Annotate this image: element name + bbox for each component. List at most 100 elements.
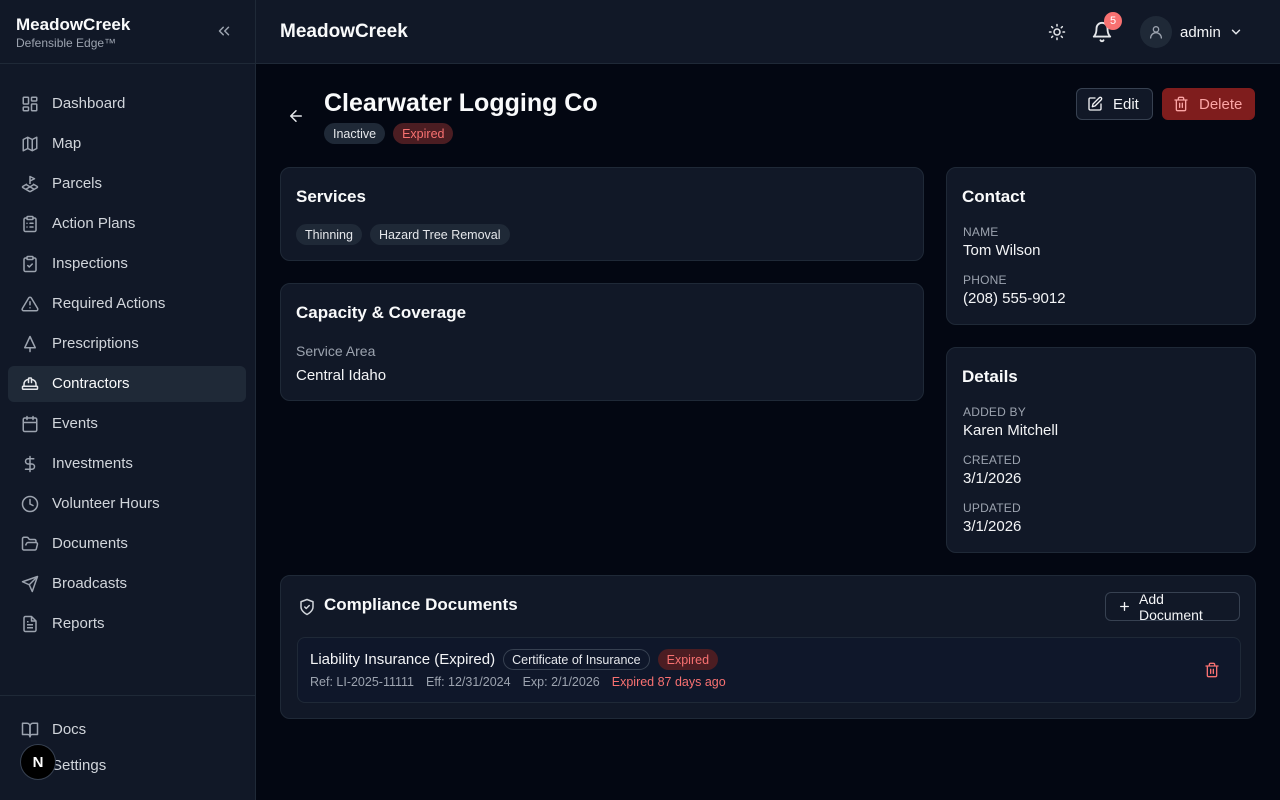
sidebar-item-broadcasts[interactable]: Broadcasts <box>8 566 246 602</box>
delete-button-label: Delete <box>1199 95 1243 113</box>
page-title: Clearwater Logging Co <box>324 89 598 117</box>
sidebar-item-label: Investments <box>52 455 133 472</box>
sidebar-item-label: Map <box>52 135 82 152</box>
added-by-label: ADDED BY <box>963 405 1026 419</box>
edit-icon <box>1087 96 1103 112</box>
document-effective: Eff: 12/31/2024 <box>426 675 511 689</box>
sidebar-item-label: Reports <box>52 615 105 632</box>
created-label: CREATED <box>963 453 1021 467</box>
app-title: MeadowCreek <box>280 21 408 42</box>
document-ref: Ref: LI-2025-11111 <box>310 675 415 689</box>
added-by: ADDED BY Karen Mitchell <box>963 405 1058 440</box>
sidebar-item-parcels[interactable]: Parcels <box>8 166 246 202</box>
shield-check-icon <box>298 598 316 616</box>
sidebar: MeadowCreek Defensible Edge™ Dashboard M… <box>0 0 256 800</box>
capacity-card: Capacity & Coverage Service Area Central… <box>280 283 924 401</box>
sidebar-item-label: Volunteer Hours <box>52 495 160 512</box>
topbar: MeadowCreek 5 admin <box>256 0 1280 64</box>
added-by-value: Karen Mitchell <box>963 422 1059 439</box>
status-badge-expired: Expired <box>393 123 454 144</box>
service-area-label: Service Area <box>296 343 376 359</box>
sidebar-item-label: Contractors <box>52 375 130 392</box>
sidebar-item-events[interactable]: Events <box>8 406 246 442</box>
trash-icon <box>1173 96 1189 112</box>
add-document-button[interactable]: Add Document <box>1105 590 1240 623</box>
sun-icon[interactable] <box>1048 23 1066 41</box>
details-title: Details <box>962 367 1018 386</box>
sidebar-item-label: Parcels <box>52 175 103 192</box>
contact-name: NAME Tom Wilson <box>963 225 1041 260</box>
clock-icon <box>21 495 39 513</box>
sidebar-item-documents[interactable]: Documents <box>8 526 246 562</box>
sidebar-item-label: Docs <box>52 721 87 738</box>
alert-triangle-icon <box>21 295 39 313</box>
back-arrow-icon[interactable] <box>287 107 305 125</box>
sidebar-item-label: Required Actions <box>52 295 166 312</box>
next-dev-badge[interactable]: N <box>20 744 56 780</box>
document-meta: Ref: LI-2025-11111 Eff: 12/31/2024 Exp: … <box>310 675 726 689</box>
hard-hat-icon <box>21 375 39 393</box>
collapse-sidebar-icon[interactable] <box>215 22 233 40</box>
services-list: Thinning Hazard Tree Removal <box>296 224 510 245</box>
updated-value: 3/1/2026 <box>963 518 1022 535</box>
sidebar-item-label: Documents <box>52 535 128 552</box>
edit-button-label: Edit <box>1113 95 1139 113</box>
sidebar-item-contractors[interactable]: Contractors <box>8 366 246 402</box>
send-icon <box>21 575 39 593</box>
chevron-down-icon <box>1229 25 1243 39</box>
book-open-icon <box>21 721 39 739</box>
document-expired-note: Expired 87 days ago <box>611 675 726 689</box>
document-type-badge: Certificate of Insurance <box>503 649 650 670</box>
plus-icon <box>1118 600 1131 613</box>
sidebar-item-map[interactable]: Map <box>8 126 246 162</box>
sidebar-item-prescriptions[interactable]: Prescriptions <box>8 326 246 362</box>
document-row: Liability Insurance (Expired) Certificat… <box>297 637 1241 703</box>
brand-name: MeadowCreek <box>16 15 131 34</box>
land-plot-icon <box>21 175 39 193</box>
capacity-title: Capacity & Coverage <box>296 303 467 322</box>
user-menu[interactable]: admin <box>1140 16 1243 48</box>
service-chip: Thinning <box>296 224 362 245</box>
updated-date: UPDATED 3/1/2026 <box>963 501 1021 536</box>
created-value: 3/1/2026 <box>963 470 1022 487</box>
sidebar-item-reports[interactable]: Reports <box>8 606 246 642</box>
sidebar-item-label: Settings <box>52 757 107 774</box>
delete-button[interactable]: Delete <box>1162 88 1255 120</box>
services-card: Services Thinning Hazard Tree Removal <box>280 167 924 261</box>
clipboard-check-icon <box>21 255 39 273</box>
compliance-card: Compliance Documents Add Document Liabil… <box>280 575 1256 719</box>
sidebar-item-label: Broadcasts <box>52 575 128 592</box>
sidebar-item-label: Dashboard <box>52 95 126 112</box>
contact-name-value: Tom Wilson <box>963 242 1041 259</box>
sidebar-item-required-actions[interactable]: Required Actions <box>8 286 246 322</box>
dashboard-icon <box>21 95 39 113</box>
contact-phone-value: (208) 555-9012 <box>963 290 1066 307</box>
contact-name-label: NAME <box>963 225 999 239</box>
contact-card: Contact NAME Tom Wilson PHONE (208) 555-… <box>946 167 1256 325</box>
contact-phone-label: PHONE <box>963 273 1007 287</box>
status-badges: Inactive Expired <box>324 123 454 144</box>
sidebar-item-volunteer-hours[interactable]: Volunteer Hours <box>8 486 246 522</box>
sidebar-item-dashboard[interactable]: Dashboard <box>8 86 246 122</box>
sidebar-item-action-plans[interactable]: Action Plans <box>8 206 246 242</box>
updated-label: UPDATED <box>963 501 1021 515</box>
sidebar-nav: Dashboard Map Parcels Action Plans Inspe… <box>8 86 246 646</box>
service-area-value: Central Idaho <box>296 367 387 384</box>
document-status-badge: Expired <box>657 649 719 670</box>
contact-title: Contact <box>962 187 1026 206</box>
calendar-icon <box>21 415 39 433</box>
sidebar-item-investments[interactable]: Investments <box>8 446 246 482</box>
brand-tagline: Defensible Edge™ <box>16 36 117 50</box>
edit-button[interactable]: Edit <box>1076 88 1153 120</box>
clipboard-list-icon <box>21 215 39 233</box>
map-icon <box>21 135 39 153</box>
sidebar-item-inspections[interactable]: Inspections <box>8 246 246 282</box>
contact-phone: PHONE (208) 555-9012 <box>963 273 1066 308</box>
add-document-label: Add Document <box>1139 590 1203 623</box>
brand: MeadowCreek Defensible Edge™ <box>0 0 255 64</box>
avatar <box>1140 16 1172 48</box>
tree-icon <box>21 335 39 353</box>
created-date: CREATED 3/1/2026 <box>963 453 1021 488</box>
delete-document-icon[interactable] <box>1204 662 1220 678</box>
sidebar-item-docs[interactable]: Docs <box>8 712 246 748</box>
